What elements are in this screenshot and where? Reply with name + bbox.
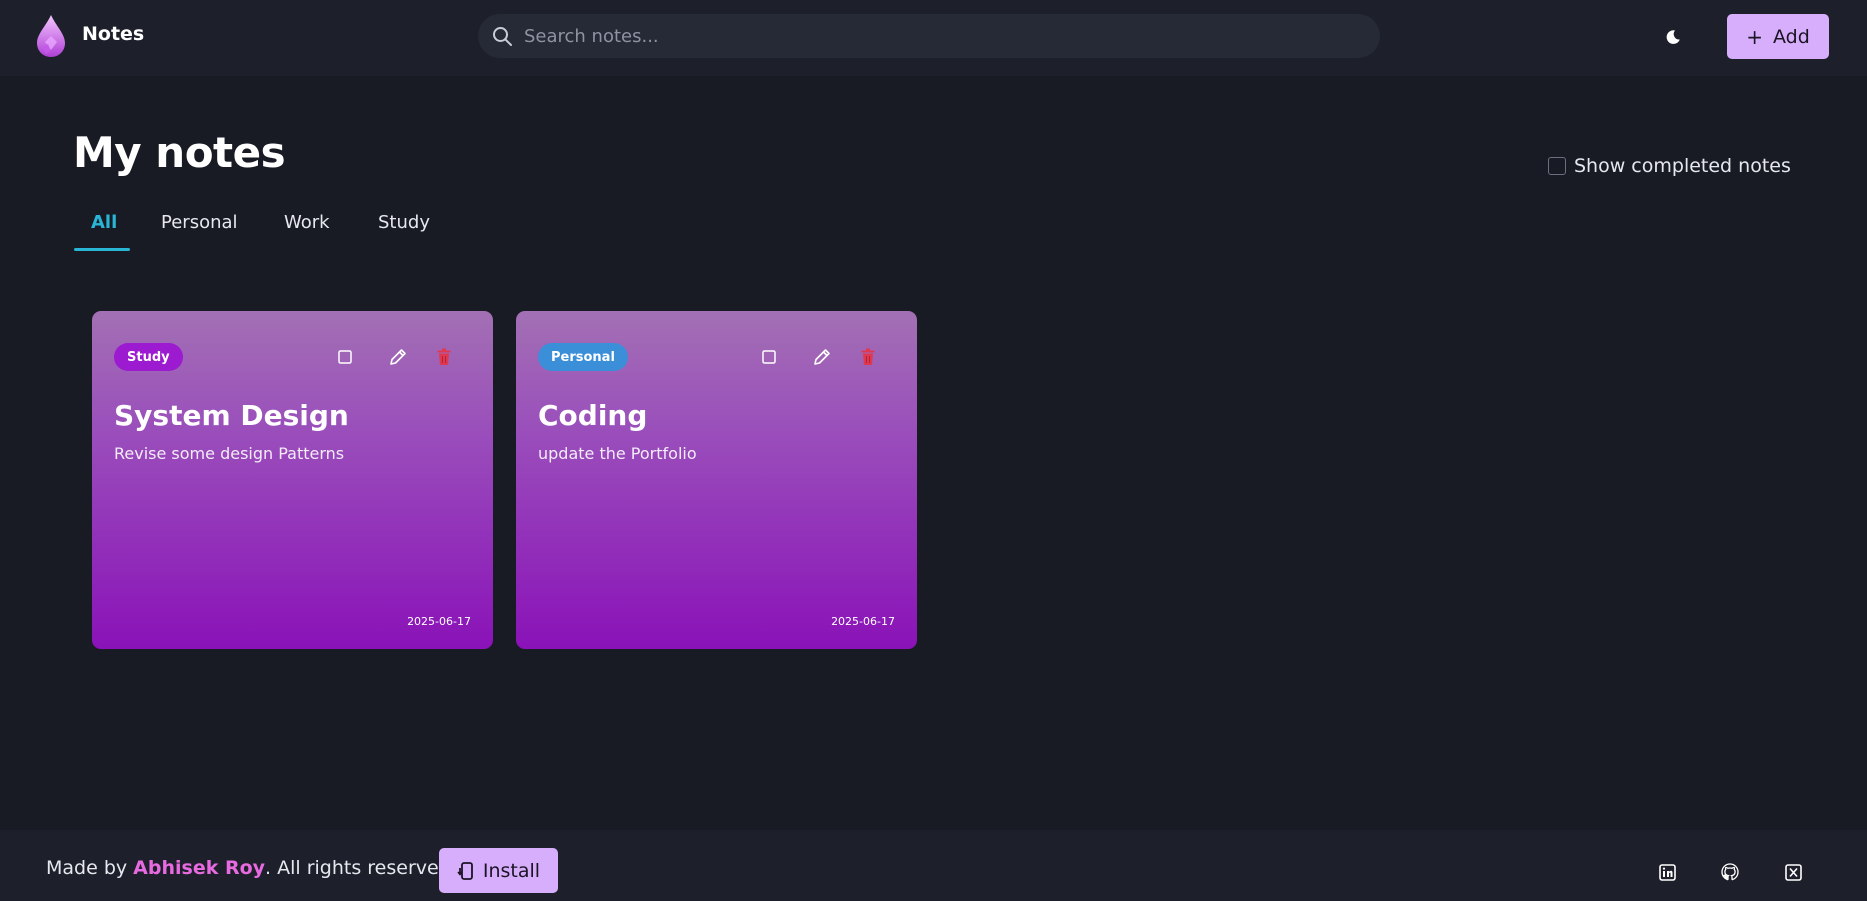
complete-checkbox[interactable] <box>758 346 780 368</box>
show-completed-label: Show completed notes <box>1574 155 1791 177</box>
edit-button[interactable] <box>387 346 409 368</box>
credit-suffix: . All rights reserved <box>265 857 451 879</box>
delete-button[interactable] <box>433 346 455 368</box>
note-title: Coding <box>538 399 648 432</box>
app-header: Notes + Add <box>0 0 1867 76</box>
note-title: System Design <box>114 399 349 432</box>
app-name: Notes <box>82 23 145 45</box>
note-description: update the Portfolio <box>538 444 697 463</box>
add-note-button[interactable]: + Add <box>1727 14 1829 59</box>
search-input[interactable] <box>524 14 1364 58</box>
note-date: 2025-06-17 <box>407 615 471 628</box>
theme-toggle-button[interactable] <box>1658 24 1688 50</box>
linkedin-link[interactable] <box>1657 862 1677 882</box>
tab-work[interactable]: Work <box>284 212 330 250</box>
credit-prefix: Made by <box>46 857 134 879</box>
trash-icon <box>861 348 875 365</box>
github-link[interactable] <box>1720 862 1740 882</box>
footer-credit: Made by Abhisek Roy. All rights reserved <box>46 857 451 879</box>
install-button[interactable]: Install <box>439 848 558 893</box>
note-description: Revise some design Patterns <box>114 444 345 463</box>
pencil-icon <box>814 349 830 365</box>
app-footer: Made by Abhisek Roy. All rights reserved… <box>0 830 1867 901</box>
search-bar[interactable] <box>478 14 1380 58</box>
active-tab-indicator <box>74 248 130 251</box>
checkbox-icon <box>338 350 352 364</box>
add-button-label: Add <box>1772 25 1810 48</box>
tab-study[interactable]: Study <box>378 212 430 250</box>
search-icon <box>493 27 512 46</box>
moon-icon <box>1666 30 1680 44</box>
page-title: My notes <box>73 128 286 177</box>
show-completed-checkbox[interactable] <box>1548 157 1566 175</box>
checkbox-icon <box>762 350 776 364</box>
note-category-badge: Personal <box>538 343 628 371</box>
complete-checkbox[interactable] <box>334 346 356 368</box>
pencil-icon <box>390 349 406 365</box>
show-completed-toggle[interactable]: Show completed notes <box>1548 155 1791 177</box>
tab-all[interactable]: All <box>91 212 117 250</box>
tab-personal[interactable]: Personal <box>161 212 238 250</box>
x-twitter-link[interactable] <box>1783 862 1803 882</box>
x-twitter-icon <box>1784 863 1802 881</box>
edit-button[interactable] <box>811 346 833 368</box>
install-app-icon <box>457 861 473 880</box>
note-card[interactable]: Personal Coding update the Portfolio 202… <box>516 311 917 649</box>
delete-button[interactable] <box>857 346 879 368</box>
note-date: 2025-06-17 <box>831 615 895 628</box>
note-category-badge: Study <box>114 343 183 371</box>
github-icon <box>1721 863 1739 881</box>
plus-icon: + <box>1746 24 1763 49</box>
droplet-logo-icon <box>37 15 65 57</box>
note-card[interactable]: Study System Design Revise some design P… <box>92 311 493 649</box>
linkedin-icon <box>1658 863 1676 881</box>
install-button-label: Install <box>482 859 541 882</box>
author-link[interactable]: Abhisek Roy <box>133 857 265 879</box>
trash-icon <box>437 348 451 365</box>
